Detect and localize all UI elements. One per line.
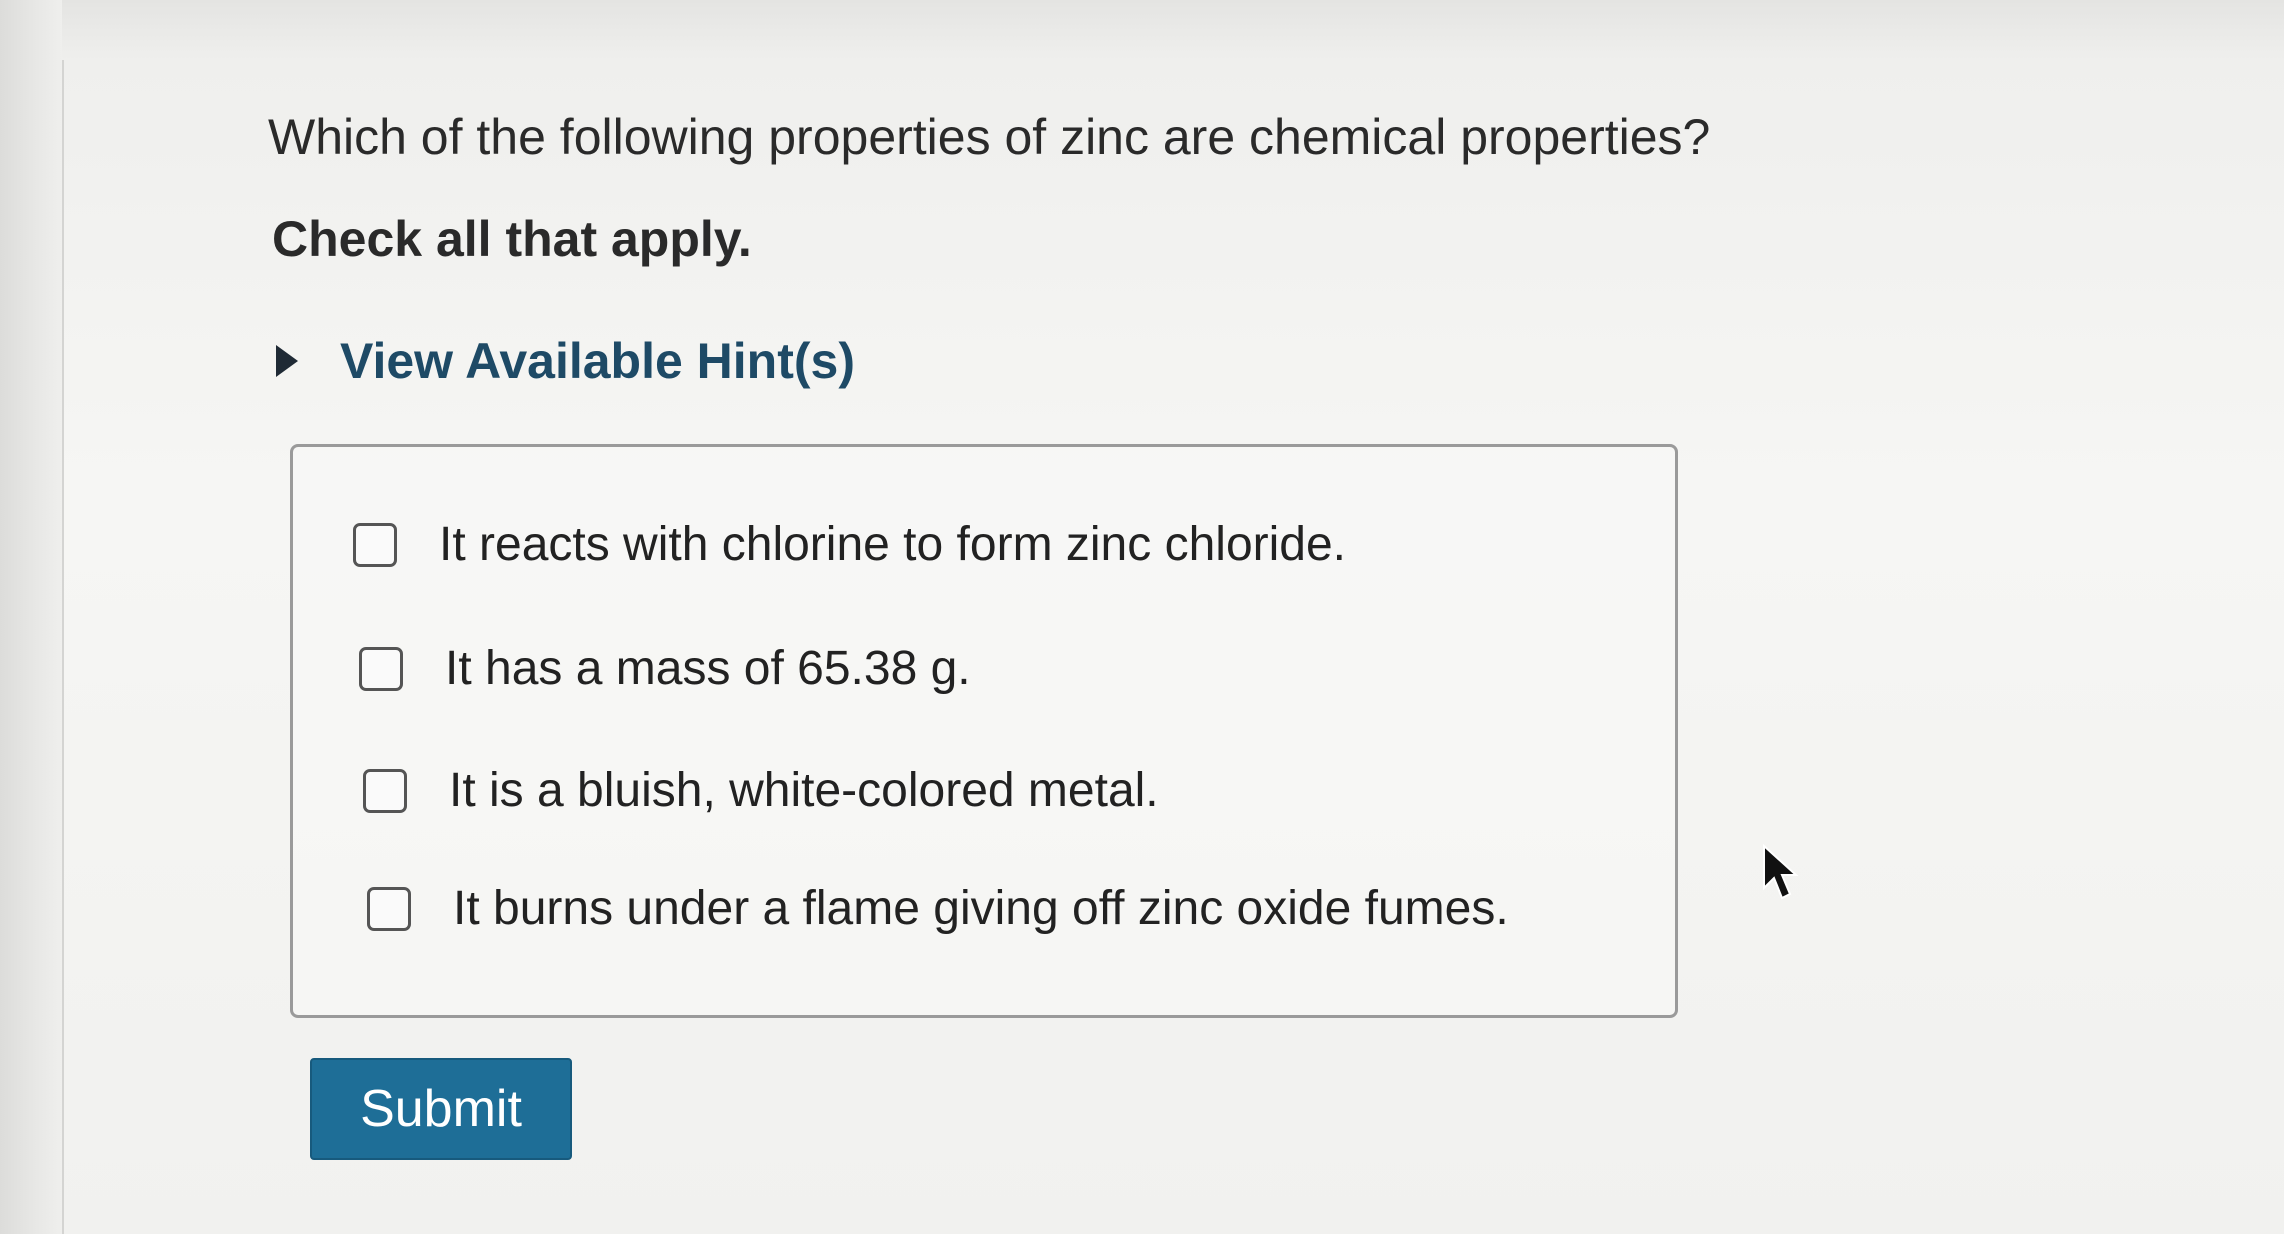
checkbox[interactable] xyxy=(363,768,407,813)
page: Which of the following properties of zin… xyxy=(0,0,2284,1234)
view-hints-toggle[interactable]: View Available Hint(s) xyxy=(276,332,855,390)
option-label: It burns under a flame giving off zinc o… xyxy=(453,882,1509,935)
checkbox[interactable] xyxy=(367,886,411,931)
top-strip xyxy=(62,0,2284,60)
checkbox[interactable] xyxy=(359,646,403,691)
option-4[interactable]: It burns under a flame giving off zinc o… xyxy=(367,881,1509,936)
triangle-right-icon xyxy=(276,345,298,377)
option-label: It is a bluish, white-colored metal. xyxy=(449,764,1159,817)
option-2[interactable]: It has a mass of 65.38 g. xyxy=(359,641,971,696)
view-hints-label: View Available Hint(s) xyxy=(340,333,855,389)
mouse-pointer-icon xyxy=(1763,844,1799,900)
option-3[interactable]: It is a bluish, white-colored metal. xyxy=(363,763,1159,818)
checkbox[interactable] xyxy=(353,522,397,567)
left-panel-edge xyxy=(0,0,64,1234)
option-1[interactable]: It reacts with chlorine to form zinc chl… xyxy=(353,517,1346,572)
option-label: It has a mass of 65.38 g. xyxy=(445,642,971,695)
submit-button[interactable]: Submit xyxy=(310,1058,572,1160)
options-box: It reacts with chlorine to form zinc chl… xyxy=(290,444,1678,1018)
question-text: Which of the following properties of zin… xyxy=(268,109,1711,165)
option-label: It reacts with chlorine to form zinc chl… xyxy=(439,518,1347,571)
instruction-text: Check all that apply. xyxy=(272,211,752,267)
